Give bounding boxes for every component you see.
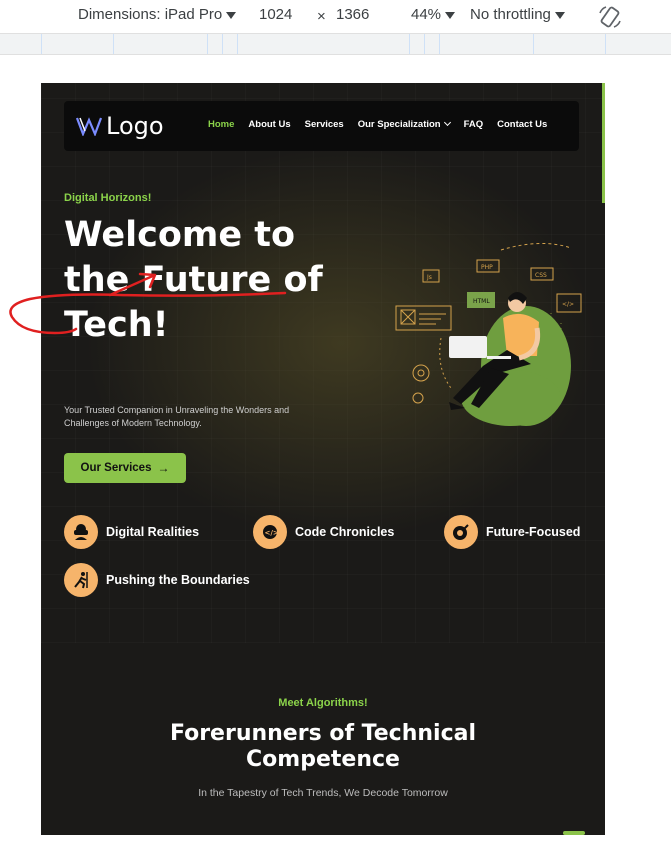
zoom-label: 44% xyxy=(411,6,442,23)
nav-contact-us[interactable]: Contact Us xyxy=(497,119,547,130)
nav-our-specialization[interactable]: Our Specialization xyxy=(357,118,451,130)
times-sign: × xyxy=(317,8,326,25)
nav-our-specialization-label: Our Specialization xyxy=(357,119,441,130)
feature-pushing-the-boundaries: Pushing the Boundaries xyxy=(64,563,250,597)
feature-future-focused: Future-Focused xyxy=(444,515,580,549)
throttling-label: No throttling xyxy=(470,6,551,23)
feature-label: Digital Realities xyxy=(106,525,200,539)
feature-label: Pushing the Boundaries xyxy=(106,573,250,587)
code-icon: </> xyxy=(253,515,287,549)
html-tag: HTML xyxy=(473,298,490,305)
dimensions-label: Dimensions: iPad Pro xyxy=(78,6,223,23)
chevron-down-icon xyxy=(226,11,237,19)
arrow-right-icon: → xyxy=(157,461,170,475)
chevron-down-icon xyxy=(443,118,451,127)
chevron-down-icon xyxy=(554,11,565,19)
chevron-down-icon xyxy=(445,11,456,19)
js-tag: Js xyxy=(426,274,432,281)
devtools-toolbar: Dimensions: iPad Pro 1024 × 1366 44% No … xyxy=(0,0,671,33)
nav-about-us[interactable]: About Us xyxy=(248,119,290,130)
throttling-dropdown[interactable]: No throttling xyxy=(470,6,565,23)
feature-digital-realities: Digital Realities xyxy=(64,515,199,549)
nav-faq[interactable]: FAQ xyxy=(464,119,484,130)
width-input[interactable]: 1024 xyxy=(259,6,292,23)
runner-icon xyxy=(64,563,98,597)
height-input[interactable]: 1366 xyxy=(336,6,369,23)
svg-text:</>: </> xyxy=(562,301,574,308)
focus-target-icon xyxy=(444,515,478,549)
section-subtitle: In the Tapestry of Tech Trends, We Decod… xyxy=(198,787,448,799)
site-navbar: Logo Home About Us Services Our Speciali… xyxy=(64,101,579,151)
section-title: Forerunners of Technical Competence xyxy=(169,721,477,772)
logo-text: Logo xyxy=(106,112,164,140)
feature-label: Code Chronicles xyxy=(295,525,395,539)
logo-w-icon xyxy=(76,117,102,136)
scrollbar[interactable] xyxy=(602,83,605,203)
zoom-dropdown[interactable]: 44% xyxy=(411,6,456,23)
our-services-label: Our Services xyxy=(80,462,152,474)
developer-illustration: Js PHP CSS </> HTML xyxy=(395,242,582,426)
hero-subtitle: Your Trusted Companion in Unraveling the… xyxy=(64,405,290,428)
hero-eyebrow: Digital Horizons! xyxy=(64,192,152,204)
php-tag: PHP xyxy=(481,264,493,271)
hero-title: Welcome to the Future of Tech! xyxy=(64,215,323,345)
nav-menu: Home About Us Services Our Specializatio… xyxy=(208,118,547,130)
svg-text:</>: </> xyxy=(265,529,279,537)
our-services-button[interactable]: Our Services → xyxy=(64,453,186,483)
nav-services[interactable]: Services xyxy=(305,119,344,130)
vr-headset-icon xyxy=(64,515,98,549)
css-tag: CSS xyxy=(535,272,547,279)
device-viewport: Logo Home About Us Services Our Speciali… xyxy=(41,83,605,835)
scroll-indicator xyxy=(563,831,585,835)
device-dimensions-dropdown[interactable]: Dimensions: iPad Pro xyxy=(78,6,237,23)
section-eyebrow: Meet Algorithms! xyxy=(278,697,368,709)
feature-label: Future-Focused xyxy=(486,525,581,539)
site-logo[interactable]: Logo xyxy=(76,112,164,140)
feature-code-chronicles: </> Code Chronicles xyxy=(253,515,394,549)
device-ruler xyxy=(0,33,671,55)
rotate-icon[interactable] xyxy=(597,4,623,30)
nav-home[interactable]: Home xyxy=(208,119,234,130)
